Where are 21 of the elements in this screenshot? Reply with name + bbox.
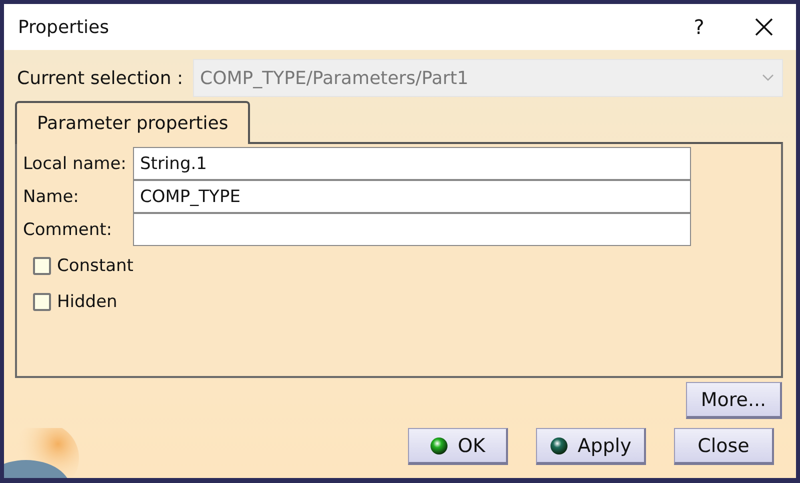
field-label: Name: [23, 186, 80, 206]
more-button[interactable]: More... [686, 382, 782, 419]
checkbox[interactable] [33, 293, 51, 311]
dialog-button[interactable]: OK [408, 428, 508, 465]
close-icon [755, 18, 773, 36]
field-label: Comment: [23, 220, 114, 240]
checkbox-label: Hidden [57, 292, 118, 312]
window-title: Properties [18, 16, 110, 38]
input-field[interactable]: COMP_TYPE [133, 180, 691, 213]
input-field[interactable]: String.1 [133, 147, 691, 180]
checkbox-label: Constant [57, 256, 134, 276]
dialog-button[interactable]: Close [674, 428, 774, 465]
current-selection-label: Current selection : [17, 68, 184, 88]
ball-icon [430, 436, 448, 454]
help-button[interactable]: ? [684, 14, 714, 40]
ball-icon [550, 436, 568, 454]
dialog-button[interactable]: Apply [536, 428, 646, 465]
chevron-down-icon [762, 74, 774, 82]
tab[interactable]: Parameter properties [15, 101, 250, 144]
field-label: Local name: [23, 154, 128, 174]
checkbox[interactable] [33, 257, 51, 275]
